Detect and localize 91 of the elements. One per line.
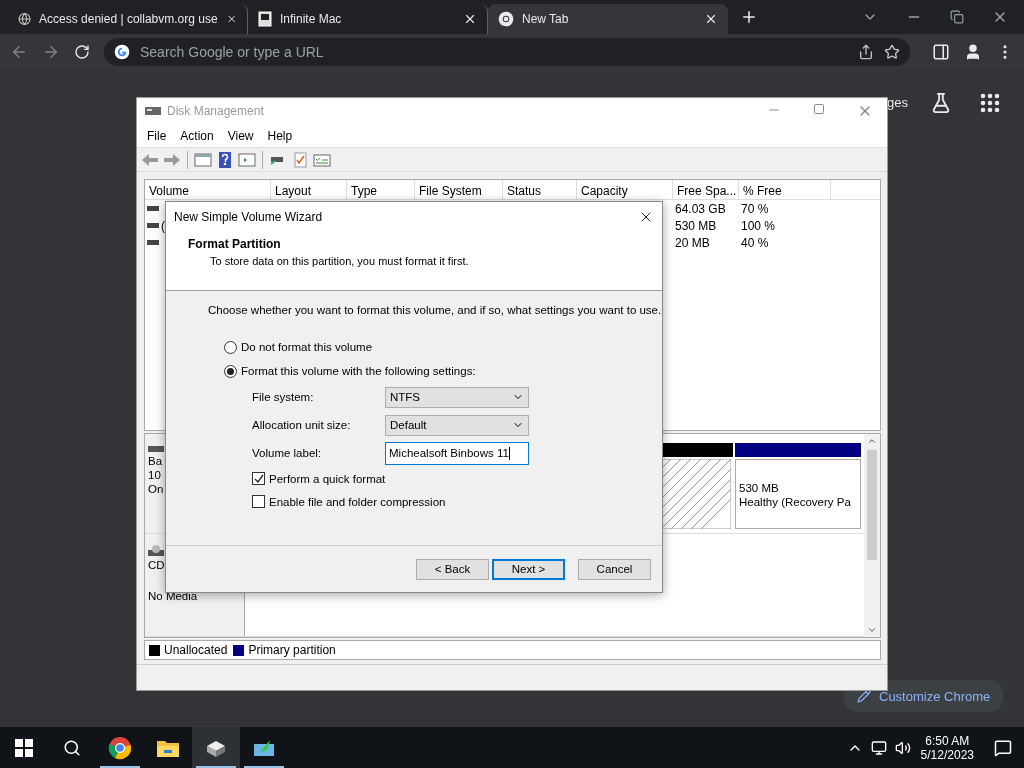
action-pane-icon[interactable]	[238, 151, 256, 168]
table-cell: 20 MB	[675, 235, 710, 250]
checklist-icon[interactable]	[291, 151, 309, 168]
pencil-icon	[857, 689, 871, 703]
legend-label: Unallocated	[164, 643, 228, 657]
forward-icon[interactable]	[42, 43, 60, 61]
flask-icon[interactable]	[930, 92, 952, 114]
dialog-button[interactable]: < Back	[416, 558, 489, 580]
menu-item[interactable]: Help	[260, 128, 300, 143]
drive-icon	[147, 205, 159, 212]
column-header[interactable]: Volume	[145, 180, 271, 199]
page-heading: Format Partition	[188, 237, 282, 251]
column-header[interactable]: Free Spa...	[673, 180, 739, 199]
dropdown[interactable]: NTFS	[385, 386, 529, 408]
notifications-icon[interactable]	[994, 738, 1012, 757]
drive-icon	[147, 222, 159, 229]
bookmark-star-icon[interactable]	[884, 44, 900, 60]
address-bar[interactable]: Search Google or type a URL	[104, 38, 910, 66]
chrome-icon	[498, 11, 514, 27]
table-cell: 100 %	[741, 218, 776, 233]
column-header[interactable]: File System	[415, 180, 503, 199]
side-panel-icon[interactable]	[932, 43, 950, 61]
cd-drive-icon	[148, 545, 164, 557]
menu-item[interactable]: View	[220, 128, 261, 143]
checkmark-icon	[253, 473, 264, 484]
dialog-button[interactable]: Cancel	[578, 558, 651, 580]
setting-label: File system:	[252, 391, 315, 403]
share-icon[interactable]	[858, 44, 874, 60]
disk-label-text: CD	[148, 559, 166, 571]
scroll-down-icon[interactable]	[867, 625, 877, 635]
column-header[interactable]: Type	[347, 180, 415, 199]
table-cell: 530 MB	[675, 218, 717, 233]
input-field[interactable]: Michealsoft Binbows 11	[385, 441, 529, 465]
partition-size: 530 MB	[739, 482, 780, 494]
back-icon[interactable]	[10, 43, 28, 61]
column-header[interactable]: Status	[503, 180, 577, 199]
new-tab-icon[interactable]	[740, 8, 758, 26]
dialog-button[interactable]: Next >	[492, 558, 565, 580]
help-icon[interactable]	[216, 151, 234, 168]
close-icon[interactable]	[463, 12, 477, 26]
properties-icon[interactable]	[313, 151, 331, 168]
globe-icon	[18, 11, 32, 27]
table-cell: (	[161, 218, 165, 233]
scroll-up-icon[interactable]	[867, 436, 877, 446]
table-cell: 64.03 GB	[675, 201, 726, 216]
dropdown[interactable]: Default	[385, 414, 529, 436]
setting-label: Volume label:	[252, 447, 323, 459]
disk-label-text: 10	[148, 469, 162, 481]
menu-item[interactable]: Action	[173, 128, 221, 143]
disk-management-icon	[145, 105, 161, 118]
column-header[interactable]: Layout	[271, 180, 347, 199]
checkbox[interactable]: Perform a quick format	[252, 467, 662, 490]
reload-icon[interactable]	[74, 44, 90, 60]
table-cell: 70 %	[741, 201, 769, 216]
radio-option[interactable]: Format this volume with the following settings:	[224, 359, 662, 383]
instruction-text: Choose whether you want to format this volume, and if so, what settings you want to use.	[208, 304, 662, 316]
restore-icon[interactable]	[950, 10, 964, 24]
network-icon[interactable]	[870, 739, 887, 756]
checkbox[interactable]: Enable file and folder compression	[252, 490, 662, 513]
start-icon[interactable]	[15, 738, 33, 757]
table-cell: 40 %	[741, 235, 769, 250]
menu-item[interactable]: File	[140, 128, 174, 143]
volume-icon[interactable]	[894, 739, 911, 756]
unallocated-space[interactable]	[661, 459, 731, 529]
partition-bar	[661, 443, 733, 457]
column-header[interactable]: Capacity	[577, 180, 673, 199]
scrollbar[interactable]	[864, 434, 880, 637]
close-icon[interactable]	[225, 12, 237, 26]
dialog-title: New Simple Volume Wizard	[174, 210, 323, 224]
maximize-icon[interactable]	[813, 103, 825, 116]
search-icon[interactable]	[63, 738, 81, 757]
images-link[interactable]: ges	[887, 95, 908, 110]
partition-status: Healthy (Recovery Pa	[739, 496, 852, 508]
setting-label: Allocation unit size:	[252, 419, 352, 431]
google-icon	[114, 44, 130, 60]
partition-box[interactable]: 530 MB Healthy (Recovery Pa	[735, 459, 861, 529]
close-icon[interactable]	[704, 12, 718, 26]
disk-label-text: Ba	[148, 455, 164, 467]
browser-tab[interactable]: New Tab	[488, 4, 728, 34]
radio-option[interactable]: Do not format this volume	[224, 335, 662, 359]
drive-icon	[147, 239, 159, 246]
window-title: Disk Management	[167, 104, 264, 119]
page-description: To store data on this partition, you must format it first.	[210, 255, 470, 267]
legend-label: Primary partition	[248, 643, 336, 657]
computer-icon	[258, 11, 272, 27]
apps-grid-icon[interactable]	[980, 93, 1000, 113]
disk-label-text: On	[148, 483, 165, 495]
clock[interactable]: 6:50 AM 5/12/2023	[920, 733, 974, 762]
column-header[interactable]: % Free	[739, 180, 831, 199]
profile-icon[interactable]	[964, 43, 982, 61]
chrome-icon[interactable]	[108, 735, 132, 760]
